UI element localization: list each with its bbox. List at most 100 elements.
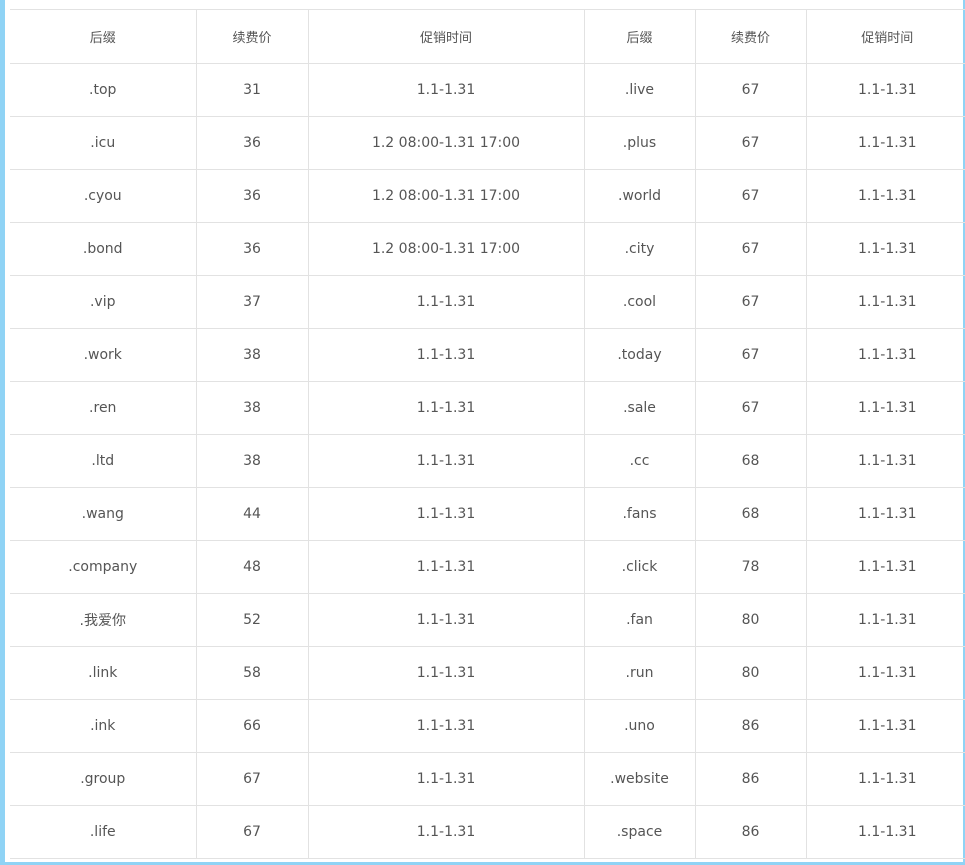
cell-renewal-price-right: 78 — [694, 540, 807, 594]
header-promo-time-right: 促销时间 — [805, 9, 965, 64]
cell-renewal-price-right: 68 — [694, 434, 807, 488]
cell-suffix-right: .uno — [583, 699, 696, 753]
cell-renewal-price-left: 38 — [195, 328, 309, 382]
table-row: .wang 44 1.1-1.31 .fans 68 1.1-1.31 — [10, 487, 965, 541]
cell-suffix-right: .plus — [583, 116, 696, 170]
cell-suffix-right: .fan — [583, 593, 696, 647]
cell-renewal-price-left: 58 — [195, 646, 309, 700]
cell-promo-time-left: 1.1-1.31 — [307, 805, 585, 859]
cell-suffix-right: .website — [583, 752, 696, 806]
table-row: .ltd 38 1.1-1.31 .cc 68 1.1-1.31 — [10, 434, 965, 488]
table-row: .我爱你 52 1.1-1.31 .fan 80 1.1-1.31 — [10, 593, 965, 647]
cell-promo-time-left: 1.1-1.31 — [307, 487, 585, 541]
table-row: .ren 38 1.1-1.31 .sale 67 1.1-1.31 — [10, 381, 965, 435]
cell-suffix-left: .work — [10, 328, 197, 382]
cell-suffix-right: .click — [583, 540, 696, 594]
table-row: .ink 66 1.1-1.31 .uno 86 1.1-1.31 — [10, 699, 965, 753]
cell-renewal-price-left: 37 — [195, 275, 309, 329]
cell-renewal-price-left: 52 — [195, 593, 309, 647]
cell-promo-time-left: 1.1-1.31 — [307, 381, 585, 435]
cell-renewal-price-left: 38 — [195, 381, 309, 435]
header-renewal-price-right: 续费价 — [694, 9, 807, 64]
cell-suffix-left: .wang — [10, 487, 197, 541]
cell-renewal-price-right: 67 — [694, 116, 807, 170]
cell-renewal-price-right: 67 — [694, 169, 807, 223]
cell-renewal-price-left: 36 — [195, 222, 309, 276]
cell-promo-time-right: 1.1-1.31 — [805, 169, 965, 223]
cell-promo-time-right: 1.1-1.31 — [805, 116, 965, 170]
table-row: .cyou 36 1.2 08:00-1.31 17:00 .world 67 1.1-1… — [10, 169, 965, 223]
cell-promo-time-right: 1.1-1.31 — [805, 805, 965, 859]
cell-suffix-right: .space — [583, 805, 696, 859]
cell-promo-time-left: 1.1-1.31 — [307, 593, 585, 647]
cell-suffix-left: .icu — [10, 116, 197, 170]
cell-renewal-price-right: 80 — [694, 593, 807, 647]
cell-promo-time-left: 1.1-1.31 — [307, 752, 585, 806]
cell-promo-time-right: 1.1-1.31 — [805, 222, 965, 276]
table-row: .top 31 1.1-1.31 .live 67 1.1-1.31 — [10, 63, 965, 117]
cell-renewal-price-right: 67 — [694, 328, 807, 382]
cell-promo-time-right: 1.1-1.31 — [805, 328, 965, 382]
cell-promo-time-right: 1.1-1.31 — [805, 487, 965, 541]
cell-renewal-price-right: 80 — [694, 646, 807, 700]
cell-promo-time-left: 1.1-1.31 — [307, 646, 585, 700]
cell-promo-time-left: 1.1-1.31 — [307, 434, 585, 488]
cell-promo-time-left: 1.2 08:00-1.31 17:00 — [307, 169, 585, 223]
cell-promo-time-right: 1.1-1.31 — [805, 63, 965, 117]
cell-promo-time-right: 1.1-1.31 — [805, 752, 965, 806]
cell-promo-time-left: 1.1-1.31 — [307, 699, 585, 753]
cell-renewal-price-right: 86 — [694, 752, 807, 806]
cell-promo-time-left: 1.1-1.31 — [307, 63, 585, 117]
header-renewal-price-left: 续费价 — [195, 9, 309, 64]
header-suffix-right: 后缀 — [583, 9, 696, 64]
table-row: .vip 37 1.1-1.31 .cool 67 1.1-1.31 — [10, 275, 965, 329]
cell-promo-time-left: 1.1-1.31 — [307, 275, 585, 329]
cell-promo-time-right: 1.1-1.31 — [805, 381, 965, 435]
cell-suffix-right: .cc — [583, 434, 696, 488]
header-suffix-left: 后缀 — [10, 9, 197, 64]
cell-suffix-left: .top — [10, 63, 197, 117]
cell-promo-time-left: 1.2 08:00-1.31 17:00 — [307, 222, 585, 276]
table-row: .icu 36 1.2 08:00-1.31 17:00 .plus 67 1.1-1.3… — [10, 116, 965, 170]
cell-renewal-price-left: 44 — [195, 487, 309, 541]
table-row: .work 38 1.1-1.31 .today 67 1.1-1.31 — [10, 328, 965, 382]
cell-renewal-price-right: 86 — [694, 805, 807, 859]
page-frame: 后缀 续费价 促销时间 后缀 续费价 促销时间 .top 31 1.1-1.31 .l… — [0, 0, 965, 865]
cell-suffix-left: .group — [10, 752, 197, 806]
table-row: .life 67 1.1-1.31 .space 86 1.1-1.31 — [10, 805, 965, 859]
cell-promo-time-right: 1.1-1.31 — [805, 593, 965, 647]
cell-suffix-left: .bond — [10, 222, 197, 276]
table-row: .link 58 1.1-1.31 .run 80 1.1-1.31 — [10, 646, 965, 700]
cell-suffix-right: .run — [583, 646, 696, 700]
domain-pricing-table: 后缀 续费价 促销时间 后缀 续费价 促销时间 .top 31 1.1-1.31 .l… — [10, 9, 965, 859]
cell-renewal-price-right: 68 — [694, 487, 807, 541]
cell-promo-time-right: 1.1-1.31 — [805, 699, 965, 753]
cell-suffix-right: .live — [583, 63, 696, 117]
table-row: .company 48 1.1-1.31 .click 78 1.1-1.31 — [10, 540, 965, 594]
cell-renewal-price-right: 86 — [694, 699, 807, 753]
cell-promo-time-right: 1.1-1.31 — [805, 275, 965, 329]
cell-renewal-price-left: 36 — [195, 169, 309, 223]
cell-promo-time-left: 1.1-1.31 — [307, 540, 585, 594]
cell-promo-time-right: 1.1-1.31 — [805, 434, 965, 488]
cell-suffix-right: .world — [583, 169, 696, 223]
table-row: .group 67 1.1-1.31 .website 86 1.1-1.31 — [10, 752, 965, 806]
cell-suffix-left: .我爱你 — [10, 593, 197, 647]
cell-promo-time-left: 1.2 08:00-1.31 17:00 — [307, 116, 585, 170]
cell-suffix-left: .company — [10, 540, 197, 594]
cell-renewal-price-right: 67 — [694, 275, 807, 329]
cell-suffix-left: .ink — [10, 699, 197, 753]
table-row: .bond 36 1.2 08:00-1.31 17:00 .city 67 1.1-1.… — [10, 222, 965, 276]
cell-promo-time-right: 1.1-1.31 — [805, 540, 965, 594]
cell-suffix-left: .ren — [10, 381, 197, 435]
cell-promo-time-right: 1.1-1.31 — [805, 646, 965, 700]
cell-renewal-price-right: 67 — [694, 63, 807, 117]
cell-suffix-left: .cyou — [10, 169, 197, 223]
cell-renewal-price-left: 48 — [195, 540, 309, 594]
header-promo-time-left: 促销时间 — [307, 9, 585, 64]
cell-suffix-right: .sale — [583, 381, 696, 435]
cell-suffix-right: .cool — [583, 275, 696, 329]
cell-renewal-price-right: 67 — [694, 381, 807, 435]
cell-renewal-price-right: 67 — [694, 222, 807, 276]
cell-renewal-price-left: 38 — [195, 434, 309, 488]
